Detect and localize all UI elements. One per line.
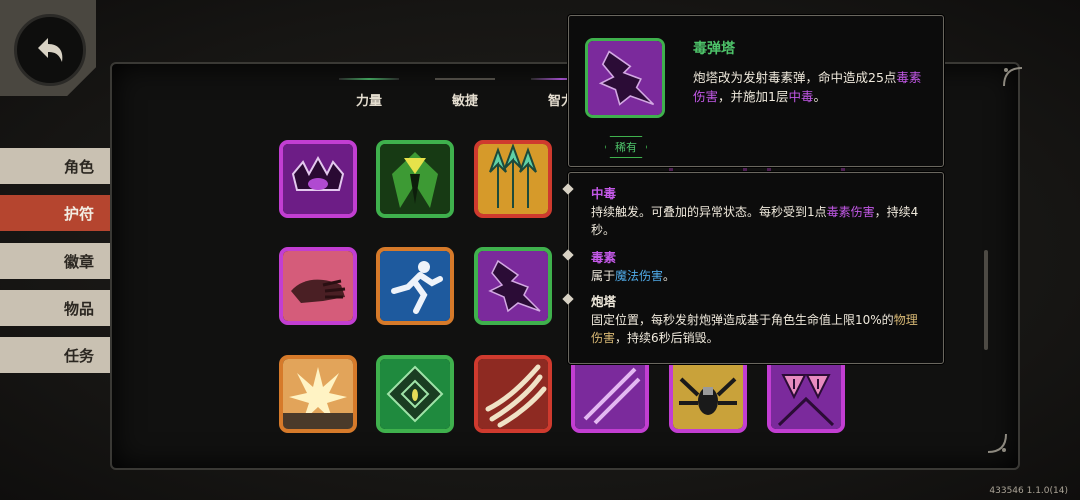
tooltip-title: 毒弹塔 [693,41,735,57]
tab-label: 任务 [64,346,95,365]
purple-crown-icon[interactable] [279,140,357,218]
kw-text: 持续触发。可叠加的异常状态。每秒受到1点 [591,205,827,219]
kw-highlight: 毒素伤害 [826,205,875,219]
kw-text: ，持续6秒后销毁。 [615,331,719,345]
keyword-text: 属于魔法伤害。 [591,267,921,285]
poison-tower-icon[interactable] [474,247,552,325]
tab-label: 徽章 [64,252,95,271]
green-cloak-icon[interactable] [376,140,454,218]
corner-ornament-icon [984,430,1010,456]
stat-label: 敏捷 [451,94,478,109]
desc-text: 炮塔改为发射毒素弹，命中造成25点 [693,70,897,85]
purple-spear-icon[interactable] [571,355,649,433]
tab-label: 物品 [64,299,95,318]
keyword-term: 中毒 [591,186,617,201]
back-arrow-icon [38,38,63,62]
back-button[interactable] [14,14,86,86]
warning-triangles-icon[interactable] [767,355,845,433]
tab-label: 护符 [64,204,95,223]
kw-text: 属于 [591,269,616,283]
stat-tab-agility[interactable]: 敏捷 [430,78,500,109]
version-label: 433546 1.1.0(14) [989,486,1068,496]
keyword-term: 毒素 [591,250,617,265]
desc-keyword-poisoned: 中毒 [788,89,814,104]
kw-text: 固定位置，每秒发射炮弹造成基于角色生命值上限10%的 [591,313,894,327]
desc-text: ，并施加1层 [718,89,789,104]
stat-bar [339,78,399,80]
hand-grab-icon[interactable] [279,247,357,325]
corner-ornament-icon [1000,64,1026,90]
kw-text: 。 [663,269,676,283]
green-rune-icon[interactable] [376,355,454,433]
runner-icon[interactable] [376,247,454,325]
tab-label: 角色 [64,157,95,176]
scrollbar[interactable] [984,250,988,350]
stat-tab-strength[interactable]: 力量 [334,78,404,109]
stat-label: 力量 [355,94,382,109]
keyword-text: 持续触发。可叠加的异常状态。每秒受到1点毒素伤害，持续4秒。 [591,203,921,239]
explosion-icon[interactable] [279,355,357,433]
arrows-up-icon[interactable] [474,140,552,218]
keyword-text: 固定位置，每秒发射炮弹造成基于角色生命值上限10%的物理伤害，持续6秒后销毁。 [591,311,921,347]
tooltip-description: 炮塔改为发射毒素弹，命中造成25点毒素伤害，并施加1层中毒。 [693,68,929,106]
rarity-badge: 稀有 [605,136,647,158]
stat-bar [435,78,495,80]
desc-text: 。 [813,89,826,104]
claw-slash-icon[interactable] [474,355,552,433]
talisman-tooltip: 毒弹塔 炮塔改为发射毒素弹，命中造成25点毒素伤害，并施加1层中毒。 稀有 [568,15,944,167]
keyword-term: 炮塔 [591,294,617,309]
keyword-tooltip: 中毒 持续触发。可叠加的异常状态。每秒受到1点毒素伤害，持续4秒。 毒素 属于魔… [562,172,944,364]
tooltip-poison-tower-icon [585,38,665,118]
kw-highlight: 魔法伤害 [615,269,664,283]
spider-icon[interactable] [669,355,747,433]
